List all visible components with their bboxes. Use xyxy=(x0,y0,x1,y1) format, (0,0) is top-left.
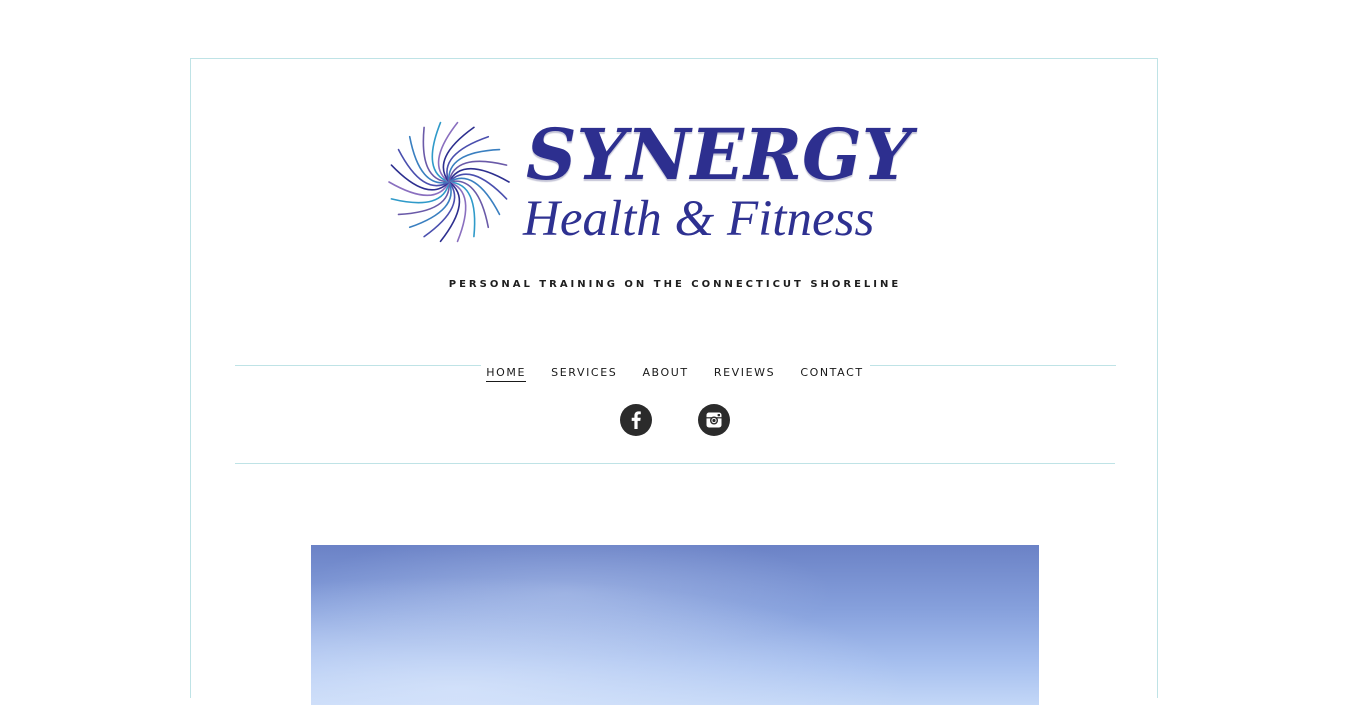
nav-item-contact[interactable]: CONTACT xyxy=(800,366,863,381)
nav-item-about[interactable]: ABOUT xyxy=(642,366,688,381)
nav-item-home[interactable]: HOME xyxy=(486,366,527,382)
nav-item-reviews[interactable]: REVIEWS xyxy=(714,366,775,381)
swirl-logo-icon xyxy=(388,121,510,243)
site-tagline: PERSONAL TRAINING ON THE CONNECTICUT SHO… xyxy=(448,279,902,290)
hero-image xyxy=(311,545,1039,705)
social-links xyxy=(191,404,1159,440)
header-divider xyxy=(235,463,1115,464)
site-logo[interactable]: SYNERGY Health & Fitness xyxy=(384,113,919,252)
logo-title: SYNERGY xyxy=(526,113,912,196)
nav-item-services[interactable]: SERVICES xyxy=(551,366,617,381)
logo-subtitle: Health & Fitness xyxy=(523,191,875,247)
page-frame: SYNERGY Health & Fitness PERSONAL TRAINI… xyxy=(190,58,1159,705)
facebook-icon[interactable] xyxy=(620,404,653,436)
main-nav: HOME SERVICES ABOUT REVIEWS CONTACT xyxy=(191,361,1159,382)
hero-sky xyxy=(311,545,1039,705)
instagram-icon[interactable] xyxy=(697,404,730,436)
